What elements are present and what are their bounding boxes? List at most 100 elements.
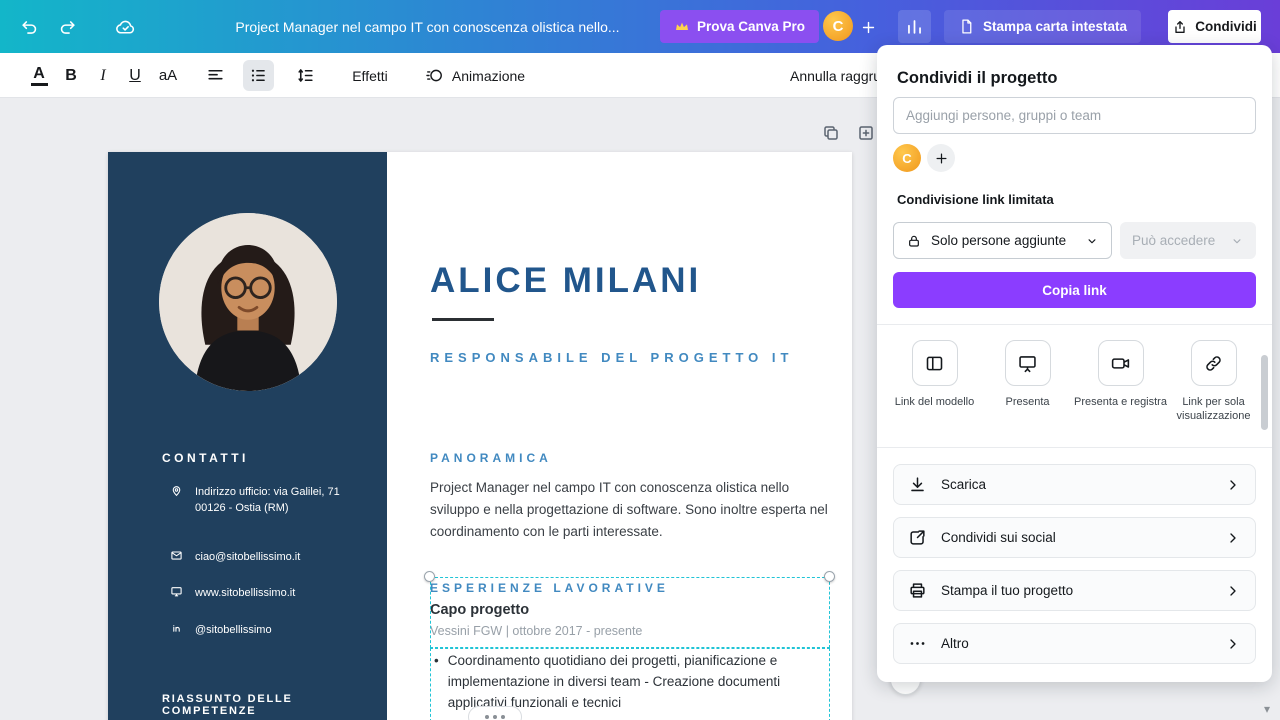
menu-row-social-share[interactable]: Condividi sui social [893, 517, 1256, 558]
animation-icon [425, 66, 444, 85]
bullet-marker: • [434, 650, 439, 713]
add-collaborator-button[interactable] [927, 144, 955, 172]
share-avatar-letter: C [902, 151, 911, 166]
chevron-right-icon [1225, 583, 1241, 599]
bullet-list-button[interactable] [243, 60, 274, 91]
text-align-button[interactable] [200, 53, 230, 98]
document-title[interactable]: Project Manager nel campo IT con conosce… [225, 0, 630, 53]
document-icon [958, 18, 975, 35]
underline-button[interactable]: U [122, 53, 148, 98]
align-left-icon [206, 66, 225, 85]
text-color-swatch [31, 83, 48, 86]
panel-scrollbar-thumb[interactable] [1261, 355, 1268, 430]
add-page-button[interactable] [857, 124, 875, 142]
bold-button[interactable]: B [58, 53, 84, 98]
linkedin-text: @sitobellissimo [195, 622, 347, 638]
undo-button[interactable] [14, 12, 44, 42]
contact-website: www.sitobellissimo.it [170, 585, 347, 601]
job-title[interactable]: Capo progetto [430, 602, 529, 618]
animation-label: Animazione [452, 68, 525, 84]
share-panel-title: Condividi il progetto [897, 69, 1057, 88]
overview-heading[interactable]: PANORAMICA [430, 451, 552, 465]
permission-dropdown[interactable]: Può accedere [1120, 222, 1256, 259]
share-panel: Condividi il progetto C Condivisione lin… [877, 45, 1272, 682]
quick-action-view-only-link[interactable]: Link per sola visualizzazione [1167, 340, 1260, 423]
print-letterhead-label: Stampa carta intestata [983, 19, 1127, 34]
try-canva-pro-button[interactable]: Prova Canva Pro [660, 10, 819, 43]
job-bullet[interactable]: • Coordinamento quotidiano dei progetti,… [434, 650, 814, 713]
job-meta[interactable]: Vessini FGW | ottobre 2017 - presente [430, 624, 642, 638]
present-record-icon [1110, 353, 1131, 374]
selection-handle-top-right[interactable] [824, 571, 835, 582]
more-icon [908, 634, 927, 653]
view-only-link-icon [1203, 353, 1224, 374]
share-upload-icon [1172, 19, 1188, 35]
quick-action-present[interactable]: Presenta [981, 340, 1074, 409]
lock-icon [906, 233, 922, 249]
bullet-list-icon [249, 66, 268, 85]
invite-member-button[interactable] [856, 15, 880, 39]
overview-text[interactable]: Project Manager nel campo IT con conosce… [430, 477, 828, 543]
share-avatar[interactable]: C [893, 144, 921, 172]
resume-sidebar: CONTATTI Indirizzo ufficio: via Galilei,… [108, 152, 387, 720]
italic-button[interactable]: I [90, 53, 116, 98]
quick-action-label: Link del modello [895, 395, 975, 409]
resume-name[interactable]: ALICE MILANI [430, 261, 701, 301]
bullet-text: Coordinamento quotidiano dei progetti, p… [448, 650, 814, 713]
redo-button[interactable] [52, 12, 82, 42]
share-button-label: Condividi [1195, 19, 1257, 34]
quick-action-label: Presenta e registra [1074, 395, 1167, 409]
menu-row-download[interactable]: Scarica [893, 464, 1256, 505]
share-button[interactable]: Condividi [1168, 10, 1261, 43]
print-letterhead-button[interactable]: Stampa carta intestata [944, 10, 1141, 43]
text-color-letter: A [33, 66, 45, 82]
animation-button[interactable]: Animazione [420, 53, 530, 98]
line-spacing-icon [296, 66, 315, 85]
plus-icon [934, 151, 949, 166]
copy-link-button[interactable]: Copia link [893, 272, 1256, 308]
linkedin-icon [170, 622, 183, 638]
chevron-down-icon [1230, 234, 1244, 248]
access-dropdown-value: Solo persone aggiunte [931, 233, 1076, 248]
page-controls-pill[interactable] [468, 706, 522, 720]
design-page[interactable]: CONTATTI Indirizzo ufficio: via Galilei,… [108, 152, 852, 720]
chevron-right-icon [1225, 530, 1241, 546]
menu-row-label: Altro [941, 636, 1211, 651]
chevron-right-icon [1225, 477, 1241, 493]
menu-row-more[interactable]: Altro [893, 623, 1256, 664]
location-pin-icon [170, 484, 183, 516]
skills-heading: RIASSUNTO DELLE COMPETENZE [162, 693, 387, 720]
cloud-check-icon [115, 17, 136, 38]
text-case-button[interactable]: aA [152, 53, 184, 98]
menu-row-print[interactable]: Stampa il tuo progetto [893, 570, 1256, 611]
email-text: ciao@sitobellissimo.it [195, 549, 347, 565]
effects-button[interactable]: Effetti [345, 53, 395, 98]
menu-row-label: Scarica [941, 477, 1211, 492]
text-color-button[interactable]: A [26, 53, 52, 98]
duplicate-icon [822, 124, 840, 142]
selection-handle-top-left[interactable] [424, 571, 435, 582]
contact-linkedin: @sitobellissimo [170, 622, 347, 638]
access-dropdown[interactable]: Solo persone aggiunte [893, 222, 1112, 259]
add-page-icon [857, 124, 875, 142]
template-link-icon [924, 353, 945, 374]
scrollbar-down-arrow[interactable]: ▾ [1264, 702, 1270, 716]
add-people-input[interactable] [893, 97, 1256, 134]
plus-icon [860, 19, 877, 36]
duplicate-page-button[interactable] [822, 124, 840, 142]
experience-heading[interactable]: ESPERIENZE LAVORATIVE [430, 581, 669, 595]
try-canva-pro-label: Prova Canva Pro [697, 19, 805, 34]
quick-action-present-record[interactable]: Presenta e registra [1074, 340, 1167, 409]
panel-divider [877, 324, 1272, 325]
contact-email: ciao@sitobellissimo.it [170, 549, 347, 565]
profile-photo[interactable] [159, 213, 337, 391]
permission-dropdown-value: Può accedere [1132, 233, 1224, 248]
line-spacing-button[interactable] [290, 53, 320, 98]
insights-button[interactable] [898, 10, 931, 43]
user-avatar[interactable]: C [823, 11, 853, 41]
save-status-button[interactable] [110, 12, 140, 42]
portrait-illustration [159, 213, 337, 391]
bar-chart-icon [905, 17, 924, 36]
resume-role[interactable]: RESPONSABILE DEL PROGETTO IT [430, 350, 793, 365]
quick-action-template-link[interactable]: Link del modello [888, 340, 981, 409]
